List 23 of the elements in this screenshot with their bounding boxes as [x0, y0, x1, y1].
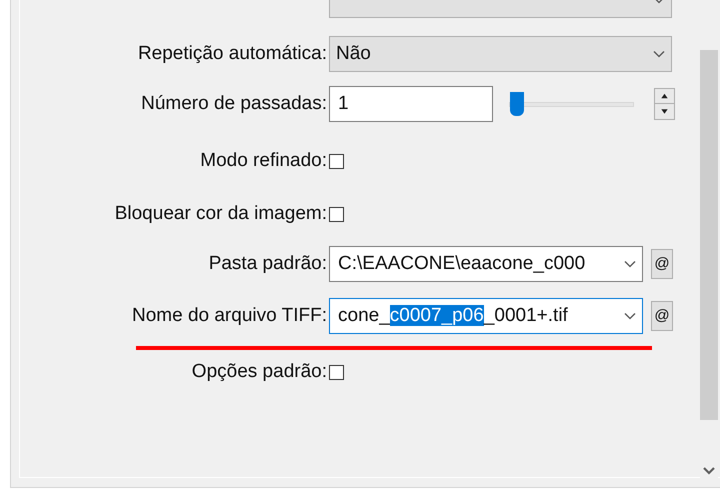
field-label: Número de passadas:	[141, 92, 327, 116]
dropdown-value: Não	[336, 42, 371, 66]
field-label: Opções padrão:	[192, 360, 327, 384]
checkbox[interactable]	[329, 154, 344, 169]
insert-button[interactable]: @	[651, 301, 673, 331]
number-input[interactable]: 1	[329, 86, 493, 122]
checkbox[interactable]	[329, 206, 344, 222]
scrollbar-thumb[interactable]	[700, 50, 718, 420]
chevron-down-icon	[653, 50, 665, 58]
field-label: Bloquear cor da imagem:	[114, 202, 327, 226]
checkbox[interactable]	[329, 364, 344, 380]
field-label: Pasta padrão:	[208, 252, 327, 276]
combo-field[interactable]: C:\EAACONE\eaacone_c000	[329, 246, 643, 282]
slider[interactable]	[509, 91, 634, 117]
field-label: Repetição automática:	[138, 42, 327, 66]
chevron-down-icon	[624, 312, 636, 320]
chevron-down-icon	[624, 260, 636, 268]
slider-thumb[interactable]	[510, 92, 524, 116]
field-label: Nome do arquivo TIFF:	[132, 304, 327, 328]
insert-button[interactable]: @	[651, 249, 673, 279]
field-label: Modo refinado:	[200, 149, 327, 173]
spin-buttons[interactable]	[654, 88, 675, 120]
combo-value: C:\EAACONE\eaacone_c000	[338, 252, 586, 276]
